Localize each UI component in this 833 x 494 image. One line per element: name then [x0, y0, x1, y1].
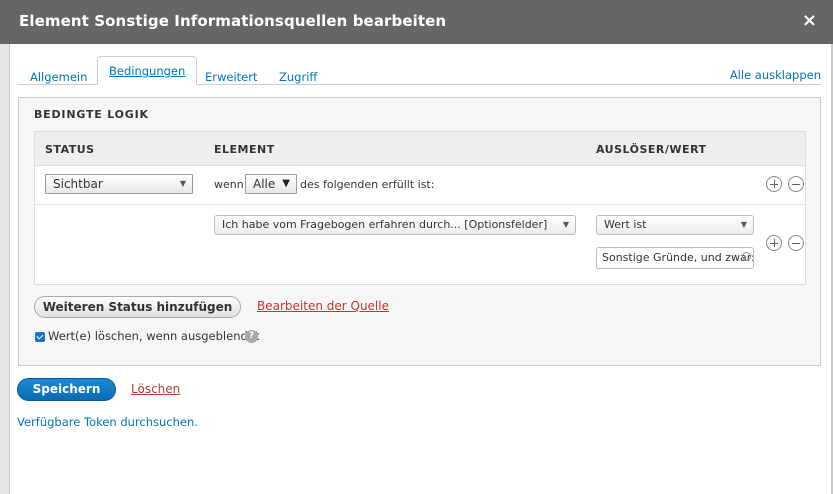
header-element: ELEMENT	[214, 143, 275, 156]
header-trigger: AUSLÖSER/WERT	[596, 143, 707, 156]
remove-condition-icon[interactable]	[788, 235, 804, 251]
save-button[interactable]: Speichern	[17, 378, 116, 401]
trigger-select[interactable]: Wert ist ▼	[596, 215, 754, 235]
status-select-value: Sichtbar	[53, 177, 103, 191]
conditions-table: STATUS ELEMENT AUSLÖSER/WERT Sichtbar ▼ …	[34, 131, 806, 285]
conditional-logic-panel: BEDINGTE LOGIK STATUS ELEMENT AUSLÖSER/W…	[18, 97, 821, 366]
edit-element-dialog: Element Sonstige Informationsquellen bea…	[0, 0, 833, 494]
condition-select[interactable]: Alle ▼	[245, 174, 297, 194]
dialog-title: Element Sonstige Informationsquellen bea…	[19, 12, 447, 30]
close-icon[interactable]: ×	[802, 10, 817, 32]
clear-values-label: Wert(e) löschen, wenn ausgeblendet	[48, 329, 260, 343]
row-separator	[35, 204, 805, 205]
tab-zugriff[interactable]: Zugriff	[279, 70, 317, 84]
browse-tokens-link[interactable]: Verfügbare Token durchsuchen.	[17, 415, 198, 429]
condition-suffix: des folgenden erfüllt ist:	[300, 178, 435, 191]
tab-bedingungen[interactable]: Bedingungen	[97, 56, 198, 85]
left-edge	[0, 44, 10, 494]
delete-link[interactable]: Löschen	[131, 382, 180, 396]
remove-condition-icon[interactable]	[788, 176, 804, 192]
dialog-titlebar: Element Sonstige Informationsquellen bea…	[0, 0, 833, 44]
header-status: STATUS	[45, 143, 95, 156]
chevron-down-icon: ▼	[282, 178, 290, 189]
add-condition-icon[interactable]	[766, 176, 782, 192]
condition-select-value: Alle	[253, 177, 276, 191]
when-label: wenn	[214, 178, 244, 191]
tab-erweitert[interactable]: Erweitert	[205, 70, 258, 84]
element-select-value: Ich habe vom Fragebogen erfahren durch..…	[222, 218, 548, 231]
chevron-down-icon: ▼	[740, 220, 747, 229]
panel-title: BEDINGTE LOGIK	[34, 108, 149, 121]
expand-all-link[interactable]: Alle ausklappen	[730, 68, 821, 82]
chevron-down-icon: ▼	[179, 179, 186, 188]
element-select[interactable]: Ich habe vom Fragebogen erfahren durch..…	[214, 215, 576, 235]
table-header: STATUS ELEMENT AUSLÖSER/WERT	[35, 132, 805, 166]
status-select[interactable]: Sichtbar ▼	[45, 174, 193, 194]
trigger-value-input[interactable]: Sonstige Gründe, und zwar:	[596, 247, 754, 269]
add-state-button[interactable]: Weiteren Status hinzufügen	[34, 296, 241, 318]
autocomplete-icon	[742, 252, 751, 261]
help-icon[interactable]: ?	[245, 330, 258, 343]
add-condition-icon[interactable]	[766, 235, 782, 251]
trigger-select-value: Wert ist	[604, 218, 647, 231]
tab-allgemein[interactable]: Allgemein	[30, 70, 87, 84]
edit-source-link[interactable]: Bearbeiten der Quelle	[257, 299, 389, 313]
clear-values-checkbox[interactable]	[35, 332, 45, 342]
chevron-down-icon: ▼	[562, 220, 569, 229]
trigger-value-text: Sonstige Gründe, und zwar:	[602, 251, 754, 264]
